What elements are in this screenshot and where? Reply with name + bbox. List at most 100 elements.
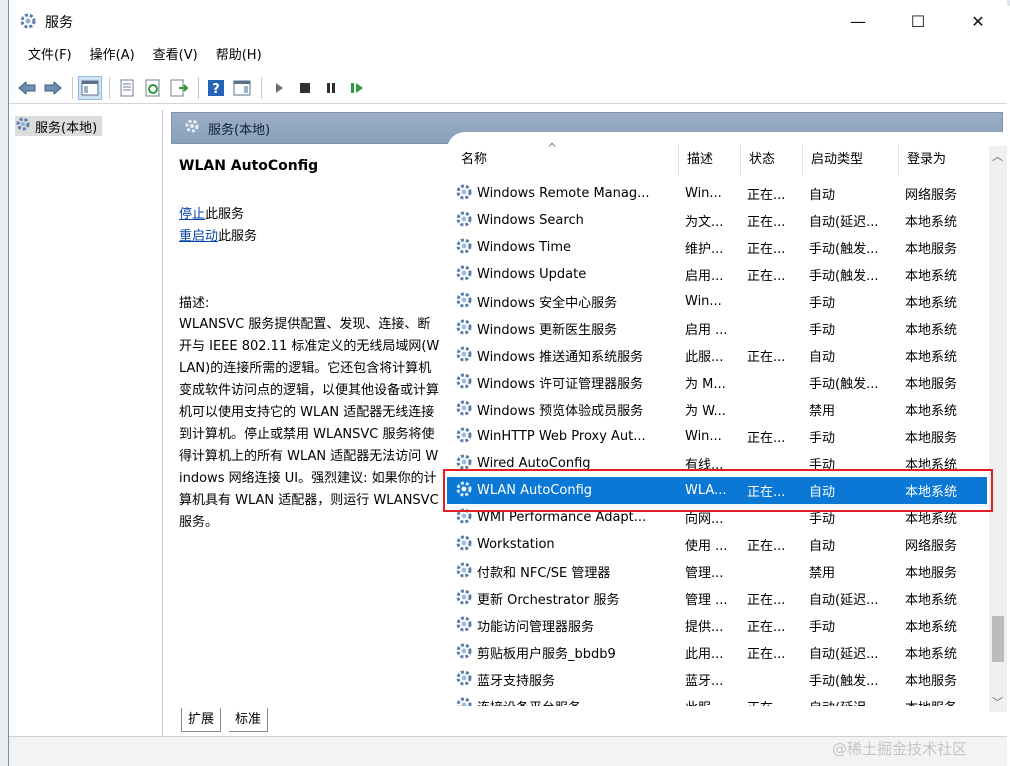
service-gear-icon	[455, 696, 473, 706]
selected-service-name: WLAN AutoConfig	[179, 158, 319, 174]
service-log-on-as: 本地系统	[905, 323, 958, 338]
menu-help[interactable]: 帮助(H)	[207, 43, 271, 69]
services-pane: 服务(本地) WLAN AutoConfig 停止此服务 重启动此服务 描述: …	[171, 110, 1007, 736]
service-gear-icon	[455, 615, 473, 637]
service-description: WLA...	[685, 483, 727, 498]
column-header-startup-type[interactable]: 启动类型	[803, 144, 899, 176]
close-button[interactable]: ✕	[955, 4, 1001, 38]
pause-service-icon[interactable]	[319, 76, 343, 100]
toolbar-separator	[72, 76, 73, 99]
tab-extended[interactable]: 扩展	[181, 708, 222, 732]
restart-service-link[interactable]: 重启动	[179, 229, 218, 244]
maximize-button[interactable]: ☐	[895, 4, 941, 38]
service-name: Wired AutoConfig	[477, 456, 591, 471]
service-name: Windows 许可证管理器服务	[477, 377, 644, 392]
service-gear-icon	[455, 318, 473, 340]
service-description: Win...	[685, 186, 722, 201]
service-log-on-as: 本地系统	[905, 350, 958, 365]
column-header-log-on-as[interactable]: 登录为	[899, 144, 987, 176]
service-name-cell: Windows Remote Manag...	[447, 183, 679, 205]
watermark: @稀土掘金技术社区	[832, 740, 968, 758]
service-row[interactable]: Windows Update 启用... 正在... 手动(触发... 本地系统	[447, 261, 987, 288]
scroll-up-icon[interactable]: ︿	[992, 148, 1003, 164]
service-row[interactable]: WinHTTP Web Proxy Aut... Win... 正在... 手动 本地服…	[447, 423, 987, 450]
column-header-status[interactable]: 状态	[741, 144, 803, 176]
column-header-name[interactable]: ^ 名称	[447, 141, 679, 176]
service-name: 蓝牙支持服务	[477, 674, 556, 689]
minimize-button[interactable]: —	[835, 4, 881, 38]
show-action-pane-icon[interactable]	[230, 76, 254, 100]
vertical-scrollbar[interactable]: ︿ ﹀	[989, 146, 1007, 712]
service-startup-type: 手动(触发...	[809, 674, 879, 689]
scroll-down-icon[interactable]: ﹀	[992, 694, 1003, 710]
restart-service-icon[interactable]	[345, 76, 369, 100]
toolbar-separator	[261, 76, 262, 99]
service-row[interactable]: 剪贴板用户服务_bbdb9 此用... 正在... 自动(延迟... 本地系统	[447, 639, 987, 666]
service-row[interactable]: Windows Remote Manag... Win... 正在... 自动 网络服务	[447, 180, 987, 207]
service-row[interactable]: Windows 许可证管理器服务 为 M... 手动(触发... 本地服务	[447, 369, 987, 396]
service-gear-icon	[455, 642, 473, 664]
sort-ascending-icon: ^	[547, 141, 558, 155]
service-gear-icon	[455, 291, 473, 313]
service-row[interactable]: 付款和 NFC/SE 管理器 管理... 禁用 本地服务	[447, 558, 987, 585]
service-startup-type: 手动(触发...	[809, 269, 879, 284]
service-description: 蓝牙...	[685, 674, 724, 689]
menu-action[interactable]: 操作(A)	[81, 43, 144, 69]
service-row[interactable]: Windows Time 维护... 正在... 手动(触发... 本地服务	[447, 234, 987, 261]
service-row[interactable]: 连接设备平台服务 此服...正在...自动(延迟...本地服务	[447, 693, 987, 706]
service-log-on-as: 本地系统	[905, 215, 958, 230]
service-gear-icon	[455, 237, 473, 259]
service-startup-type: 手动(触发...	[809, 242, 879, 257]
menu-file[interactable]: 文件(F)	[19, 43, 81, 69]
service-gear-icon	[455, 183, 473, 205]
help-icon[interactable]: ?	[204, 76, 228, 100]
menu-view[interactable]: 查看(V)	[144, 43, 207, 69]
scrollbar-thumb[interactable]	[992, 616, 1004, 662]
service-startup-type: 手动	[809, 323, 836, 338]
service-startup-type: 禁用	[809, 566, 836, 581]
service-row[interactable]: Windows 更新医生服务 启用 ... 手动 本地系统	[447, 315, 987, 342]
start-service-icon[interactable]	[267, 76, 291, 100]
export-list-icon[interactable]	[167, 76, 191, 100]
service-row[interactable]: WMI Performance Adapt... 向网... 手动 本地系统	[447, 504, 987, 531]
service-row[interactable]: WLAN AutoConfig WLA... 正在... 自动 本地系统	[447, 477, 987, 504]
service-row[interactable]: Windows Search 为文... 正在... 自动(延迟... 本地系统	[447, 207, 987, 234]
title-bar: 服务 — ☐ ✕	[9, 0, 1007, 42]
service-log-on-as: 本地系统	[905, 269, 958, 284]
service-row[interactable]: 更新 Orchestrator 服务 管理 ... 正在... 自动(延迟... 本地系…	[447, 585, 987, 612]
forward-arrow-icon[interactable]	[41, 76, 65, 100]
tab-standard[interactable]: 标准	[229, 708, 269, 732]
service-status: 正在...	[747, 647, 786, 662]
service-row[interactable]: 蓝牙支持服务 蓝牙... 手动(触发... 本地服务	[447, 666, 987, 693]
service-startup-type: 手动	[809, 296, 836, 311]
service-log-on-as: 本地系统	[905, 404, 958, 419]
service-row[interactable]: 功能访问管理器服务 提供... 正在... 手动 本地系统	[447, 612, 987, 639]
service-description: 管理...	[685, 566, 724, 581]
back-arrow-icon[interactable]	[15, 76, 39, 100]
stop-service-icon[interactable]	[293, 76, 317, 100]
service-name-cell: WinHTTP Web Proxy Aut...	[447, 426, 679, 448]
service-row[interactable]: Workstation 使用 ... 正在... 自动 网络服务	[447, 531, 987, 558]
toolbar-separator	[198, 76, 199, 99]
show-console-tree-icon[interactable]	[78, 75, 102, 100]
refresh-icon[interactable]	[141, 76, 165, 100]
service-status: 正在...	[747, 269, 786, 284]
service-name-cell: 付款和 NFC/SE 管理器	[447, 561, 679, 583]
list-header: ^ 名称 描述 状态 启动类型 登录为	[447, 141, 987, 176]
service-row[interactable]: Windows 预览体验成员服务 为 W... 禁用 本地系统	[447, 396, 987, 423]
service-startup-type: 手动	[809, 620, 836, 635]
column-header-description[interactable]: 描述	[679, 144, 741, 176]
service-status: 正在...	[747, 188, 786, 203]
service-row[interactable]: Windows 推送通知系统服务 此服... 正在... 自动 本地系统	[447, 342, 987, 369]
service-startup-type: 手动	[809, 431, 836, 446]
service-name-cell: WMI Performance Adapt...	[447, 507, 679, 529]
service-row[interactable]: Windows 安全中心服务 Win... 手动 本地系统	[447, 288, 987, 315]
service-row[interactable]: Wired AutoConfig 有线... 手动 本地系统	[447, 450, 987, 477]
tree-item-services-local[interactable]: 服务(本地)	[15, 116, 103, 136]
column-header-name-label: 名称	[461, 152, 488, 167]
service-name-cell: Windows Time	[447, 237, 679, 259]
properties-icon[interactable]	[115, 76, 139, 100]
service-name-cell: Windows Update	[447, 264, 679, 286]
stop-service-link[interactable]: 停止	[179, 207, 205, 222]
service-name: 连接设备平台服务	[477, 697, 581, 706]
